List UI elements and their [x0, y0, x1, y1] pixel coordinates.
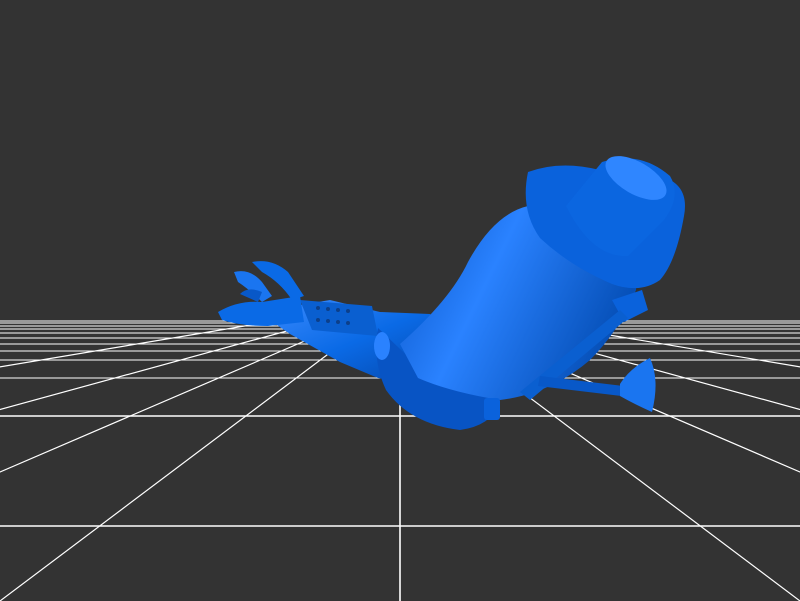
- elbow-hinge: [374, 332, 390, 360]
- grid-line: [0, 319, 354, 473]
- grid-line: [0, 319, 374, 601]
- scene-canvas[interactable]: [0, 0, 800, 601]
- 3d-viewport[interactable]: [0, 0, 800, 601]
- grid-line: [0, 319, 281, 368]
- prosthetic-arm-model[interactable]: [218, 147, 685, 430]
- thumb: [240, 289, 262, 302]
- hinge-bolt: [484, 398, 500, 420]
- grid-line: [0, 319, 328, 411]
- flared-end: [620, 358, 656, 412]
